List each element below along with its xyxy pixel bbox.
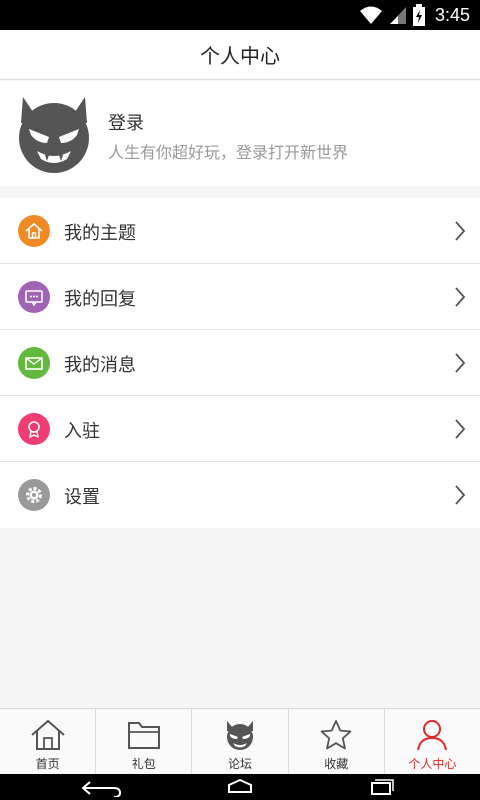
menu-item-label: 我的回复 <box>64 289 136 310</box>
home-nav-icon[interactable] <box>226 779 254 795</box>
menu-item-settle-in[interactable]: 入驻 <box>0 396 480 462</box>
recent-apps-icon[interactable] <box>370 779 394 795</box>
chevron-right-icon <box>455 221 466 241</box>
tab-home[interactable]: 首页 <box>0 709 97 774</box>
folder-icon <box>127 722 160 749</box>
tab-profile[interactable]: 个人中心 <box>385 709 480 774</box>
devil-icon <box>227 721 253 750</box>
home-icon <box>18 215 50 247</box>
menu-item-my-replies[interactable]: 我的回复 <box>0 264 480 330</box>
chevron-right-icon <box>455 353 466 373</box>
chevron-right-icon <box>455 287 466 307</box>
badge-icon <box>18 413 50 445</box>
tab-forum[interactable]: 论坛 <box>192 709 289 774</box>
tab-label: 礼包 <box>131 757 156 771</box>
back-icon[interactable] <box>80 779 122 797</box>
avatar[interactable] <box>15 93 93 175</box>
menu-item-label: 设置 <box>64 487 100 508</box>
menu-list: 我的主题 我的回复 我的消息 入驻 设置 <box>0 198 480 528</box>
tab-gift[interactable]: 礼包 <box>96 709 193 774</box>
bottom-tab-bar: 首页 礼包 论坛 收藏 个人中心 <box>0 708 480 774</box>
menu-item-label: 入驻 <box>64 421 100 442</box>
message-icon <box>18 281 50 313</box>
person-icon <box>417 720 448 751</box>
profile-card[interactable]: 登录 人生有你超好玩，登录打开新世界 <box>0 81 480 186</box>
signal-icon <box>389 7 406 24</box>
menu-item-settings[interactable]: 设置 <box>0 462 480 528</box>
login-subtitle: 人生有你超好玩，登录打开新世界 <box>108 143 349 162</box>
status-icons: 3:45 <box>359 0 470 30</box>
system-nav-bar <box>0 774 480 800</box>
tab-label: 首页 <box>35 757 60 771</box>
menu-item-my-messages[interactable]: 我的消息 <box>0 330 480 396</box>
envelope-icon <box>18 347 50 379</box>
tab-favorites[interactable]: 收藏 <box>289 709 385 774</box>
star-icon <box>320 720 352 750</box>
page-title: 个人中心 <box>200 44 280 68</box>
status-bar: 3:45 <box>0 0 480 30</box>
menu-item-my-topics[interactable]: 我的主题 <box>0 198 480 264</box>
home-icon <box>30 719 65 750</box>
wifi-icon <box>359 6 382 24</box>
menu-item-label: 我的消息 <box>64 355 136 376</box>
clock: 3:45 <box>434 4 470 25</box>
menu-item-label: 我的主题 <box>64 223 136 244</box>
login-link[interactable]: 登录 <box>108 109 144 135</box>
tab-label: 论坛 <box>228 757 253 771</box>
chevron-right-icon <box>455 485 466 505</box>
chevron-right-icon <box>455 419 466 439</box>
tab-label: 收藏 <box>324 757 349 771</box>
title-bar: 个人中心 <box>0 30 480 80</box>
gear-icon <box>18 479 50 511</box>
tab-label: 个人中心 <box>408 757 457 771</box>
battery-icon <box>412 4 425 26</box>
